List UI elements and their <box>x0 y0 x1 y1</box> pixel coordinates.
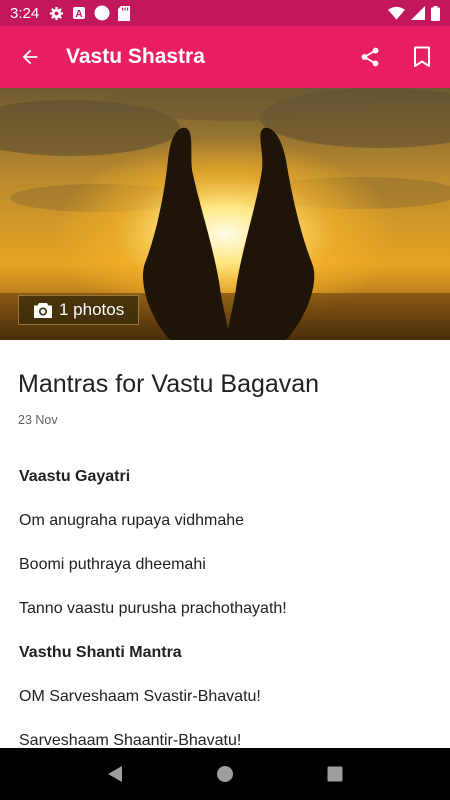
hero-image[interactable]: 1 photos <box>0 88 450 340</box>
status-system-icons <box>388 5 440 21</box>
home-circle-icon <box>217 766 233 782</box>
status-notification-icons: A <box>49 5 131 21</box>
svg-text:A: A <box>76 9 83 20</box>
recents-square-icon <box>327 766 343 782</box>
article-line: Sarveshaam Shaantir-Bhavatu! <box>19 732 242 748</box>
share-button[interactable] <box>346 33 394 81</box>
gear-icon <box>50 6 64 20</box>
article-line: OM Sarveshaam Svastir-Bhavatu! <box>19 688 261 705</box>
bookmark-button[interactable] <box>398 33 446 81</box>
circle-icon <box>94 5 110 21</box>
app-title: Vastu Shastra <box>66 45 205 68</box>
share-icon <box>361 47 379 67</box>
back-button[interactable] <box>6 33 54 81</box>
app-actions <box>346 33 446 81</box>
wifi-icon <box>388 6 405 20</box>
article-line: Om anugraha rupaya vidhmahe <box>19 512 245 529</box>
nav-home-button[interactable] <box>201 750 249 798</box>
sd-card-icon <box>118 5 131 21</box>
app-bar: Vastu Shastra <box>0 26 450 88</box>
article-body: Vaastu Gayatri Om anugraha rupaya vidhma… <box>19 467 432 748</box>
system-nav-bar <box>0 748 450 800</box>
status-bar: 3:24 A <box>0 0 450 26</box>
back-triangle-icon <box>108 766 122 782</box>
article-line: Tanno vaastu purusha prachothayath! <box>19 600 287 617</box>
photo-count-badge[interactable]: 1 photos <box>18 295 140 325</box>
back-arrow-icon <box>22 49 38 65</box>
bookmark-icon <box>414 46 430 67</box>
article-line-heading: Vaastu Gayatri <box>19 468 131 485</box>
article-date: 23 Nov <box>18 413 58 427</box>
photo-count-label: 1 photos <box>59 300 125 319</box>
nav-back-button[interactable] <box>91 750 139 798</box>
status-time: 3:24 <box>10 4 40 22</box>
nav-recents-button[interactable] <box>311 750 359 798</box>
signal-icon <box>411 6 425 20</box>
article-content[interactable]: Mantras for Vastu Bagavan 23 Nov Vaastu … <box>0 340 450 748</box>
a-badge-icon: A <box>73 7 86 20</box>
battery-icon <box>431 5 440 21</box>
article-line: Boomi puthraya dheemahi <box>19 556 206 573</box>
camera-icon <box>34 302 52 318</box>
article-line-heading: Vasthu Shanti Mantra <box>19 644 182 661</box>
article-title: Mantras for Vastu Bagavan <box>18 370 320 398</box>
